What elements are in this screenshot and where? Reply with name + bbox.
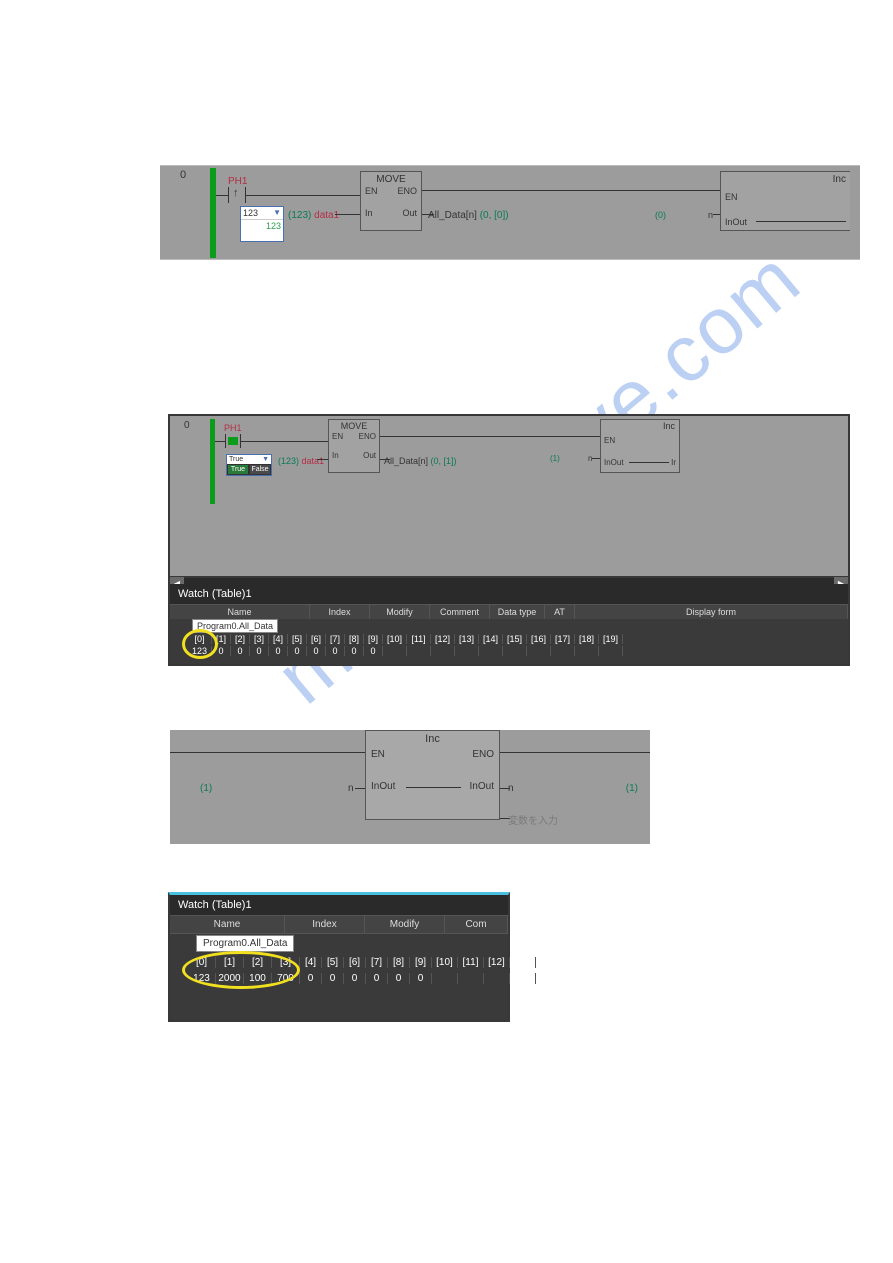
wire <box>355 788 365 789</box>
header-name[interactable]: Name <box>170 605 310 619</box>
popup-result: 123 <box>241 219 283 232</box>
edge-icon: ↑ <box>233 187 239 199</box>
highlight-circle-icon <box>182 629 218 659</box>
watch-values-row: 123000000000 <box>188 646 623 656</box>
inout-pin: InOut <box>725 217 747 227</box>
header-modify[interactable]: Modify <box>370 605 430 619</box>
n-right: n <box>508 783 514 794</box>
figure-3-inc-block: (1) n Inc EN ENO InOut InOut n (1) 変数を入力 <box>170 730 650 844</box>
n-value: (1) <box>550 454 560 463</box>
wire <box>216 195 228 196</box>
output-value: (1) <box>626 783 638 794</box>
true-button[interactable]: True <box>227 464 249 475</box>
false-button[interactable]: False <box>249 464 271 475</box>
inout-pin-r: InOut <box>470 781 494 792</box>
block-title: Inc <box>833 174 846 185</box>
contact-label: PH1 <box>228 176 247 187</box>
rung-number: 0 <box>184 420 190 431</box>
wire <box>317 459 328 460</box>
popup-value: 123 <box>243 208 258 218</box>
n-label: n <box>708 210 713 220</box>
inout-out-pin: Ir <box>671 458 676 467</box>
contact-label: PH1 <box>224 423 242 433</box>
block-title: MOVE <box>329 420 379 431</box>
move-input-label: (123) data1 <box>278 456 324 466</box>
move-output-label: All_Data[n] (0, [0]) <box>428 210 509 221</box>
inc-block[interactable]: Inc EN InOut Ir <box>600 419 680 473</box>
inc-block[interactable]: Inc EN ENO InOut InOut <box>365 730 500 820</box>
inc-block[interactable]: Inc EN InOut <box>720 171 850 231</box>
header-datatype[interactable]: Data type <box>490 605 545 619</box>
header-comment[interactable]: Com <box>445 916 508 933</box>
wire <box>713 214 720 215</box>
block-title: Inc <box>663 421 675 431</box>
en-pin: EN <box>725 192 738 202</box>
wire <box>215 441 225 442</box>
hint-text: 変数を入力 <box>508 812 558 827</box>
move-block[interactable]: MOVE ENENO InOut <box>328 419 380 473</box>
watch-title: Watch (Table)1 <box>170 584 848 605</box>
watch-title: Watch (Table)1 <box>170 895 508 915</box>
watch-panel: Watch (Table)1 Name Index Modify Comment… <box>170 584 848 664</box>
header-display[interactable]: Display form <box>575 605 848 619</box>
bool-popup[interactable]: True▼ True False <box>226 454 272 476</box>
header-modify[interactable]: Modify <box>365 916 445 933</box>
wire <box>241 441 328 442</box>
move-input-label: (123) data1 <box>288 210 339 221</box>
header-comment[interactable]: Comment <box>430 605 490 619</box>
wire <box>756 221 846 222</box>
eno-pin: ENO <box>472 749 494 760</box>
n-value: (0) <box>655 210 666 220</box>
watch-variable-name[interactable]: Program0.All_Data <box>196 935 294 952</box>
en-pin: EN <box>371 749 385 760</box>
n-left: n <box>348 783 354 794</box>
header-index[interactable]: Index <box>310 605 370 619</box>
block-title: Inc <box>425 733 440 745</box>
move-block[interactable]: MOVE ENENO InOut <box>360 171 422 231</box>
watch-headers: Name Index Modify Com <box>170 915 508 934</box>
watch-headers: Name Index Modify Comment Data type AT D… <box>170 605 848 619</box>
wire <box>380 436 600 437</box>
header-at[interactable]: AT <box>545 605 575 619</box>
wire <box>500 752 650 753</box>
wire <box>246 195 360 196</box>
figure-2-ladder-watch: 0 PH1 True▼ True False (123) data1 MOVE <box>168 414 850 666</box>
dropdown-icon[interactable]: ▼ <box>262 456 269 463</box>
power-rail <box>210 419 215 504</box>
watch-indices-row: [0][1][2][3][4][5][6][7][8][9][10][11][1… <box>188 634 623 644</box>
rung-number: 0 <box>180 169 186 181</box>
en-pin: EN <box>604 436 615 445</box>
contact-on[interactable] <box>225 434 241 448</box>
wire <box>629 462 669 463</box>
wire <box>422 190 720 191</box>
header-name[interactable]: Name <box>170 916 285 933</box>
wire <box>170 752 365 753</box>
rising-edge-contact[interactable]: ↑ <box>228 187 246 203</box>
highlight-circle-icon <box>182 951 300 989</box>
wire <box>406 787 461 788</box>
inout-pin-l: InOut <box>371 781 395 792</box>
figure-4-watch-zoom: Watch (Table)1 Name Index Modify Com Pro… <box>168 892 510 1022</box>
header-index[interactable]: Index <box>285 916 365 933</box>
power-rail <box>210 168 216 258</box>
input-value: (1) <box>200 783 212 794</box>
inout-pin: InOut <box>604 458 624 467</box>
dropdown-icon[interactable]: ▼ <box>273 208 281 218</box>
move-output-label: All_Data[n] (0, [1]) <box>384 456 457 466</box>
wire <box>335 214 360 215</box>
figure-1-ladder: 0 PH1 ↑ 123▼ 123 (123) data1 MOVE ENENO … <box>160 165 860 260</box>
block-title: MOVE <box>361 172 421 185</box>
wire <box>592 458 600 459</box>
value-popup[interactable]: 123▼ 123 <box>240 206 284 242</box>
